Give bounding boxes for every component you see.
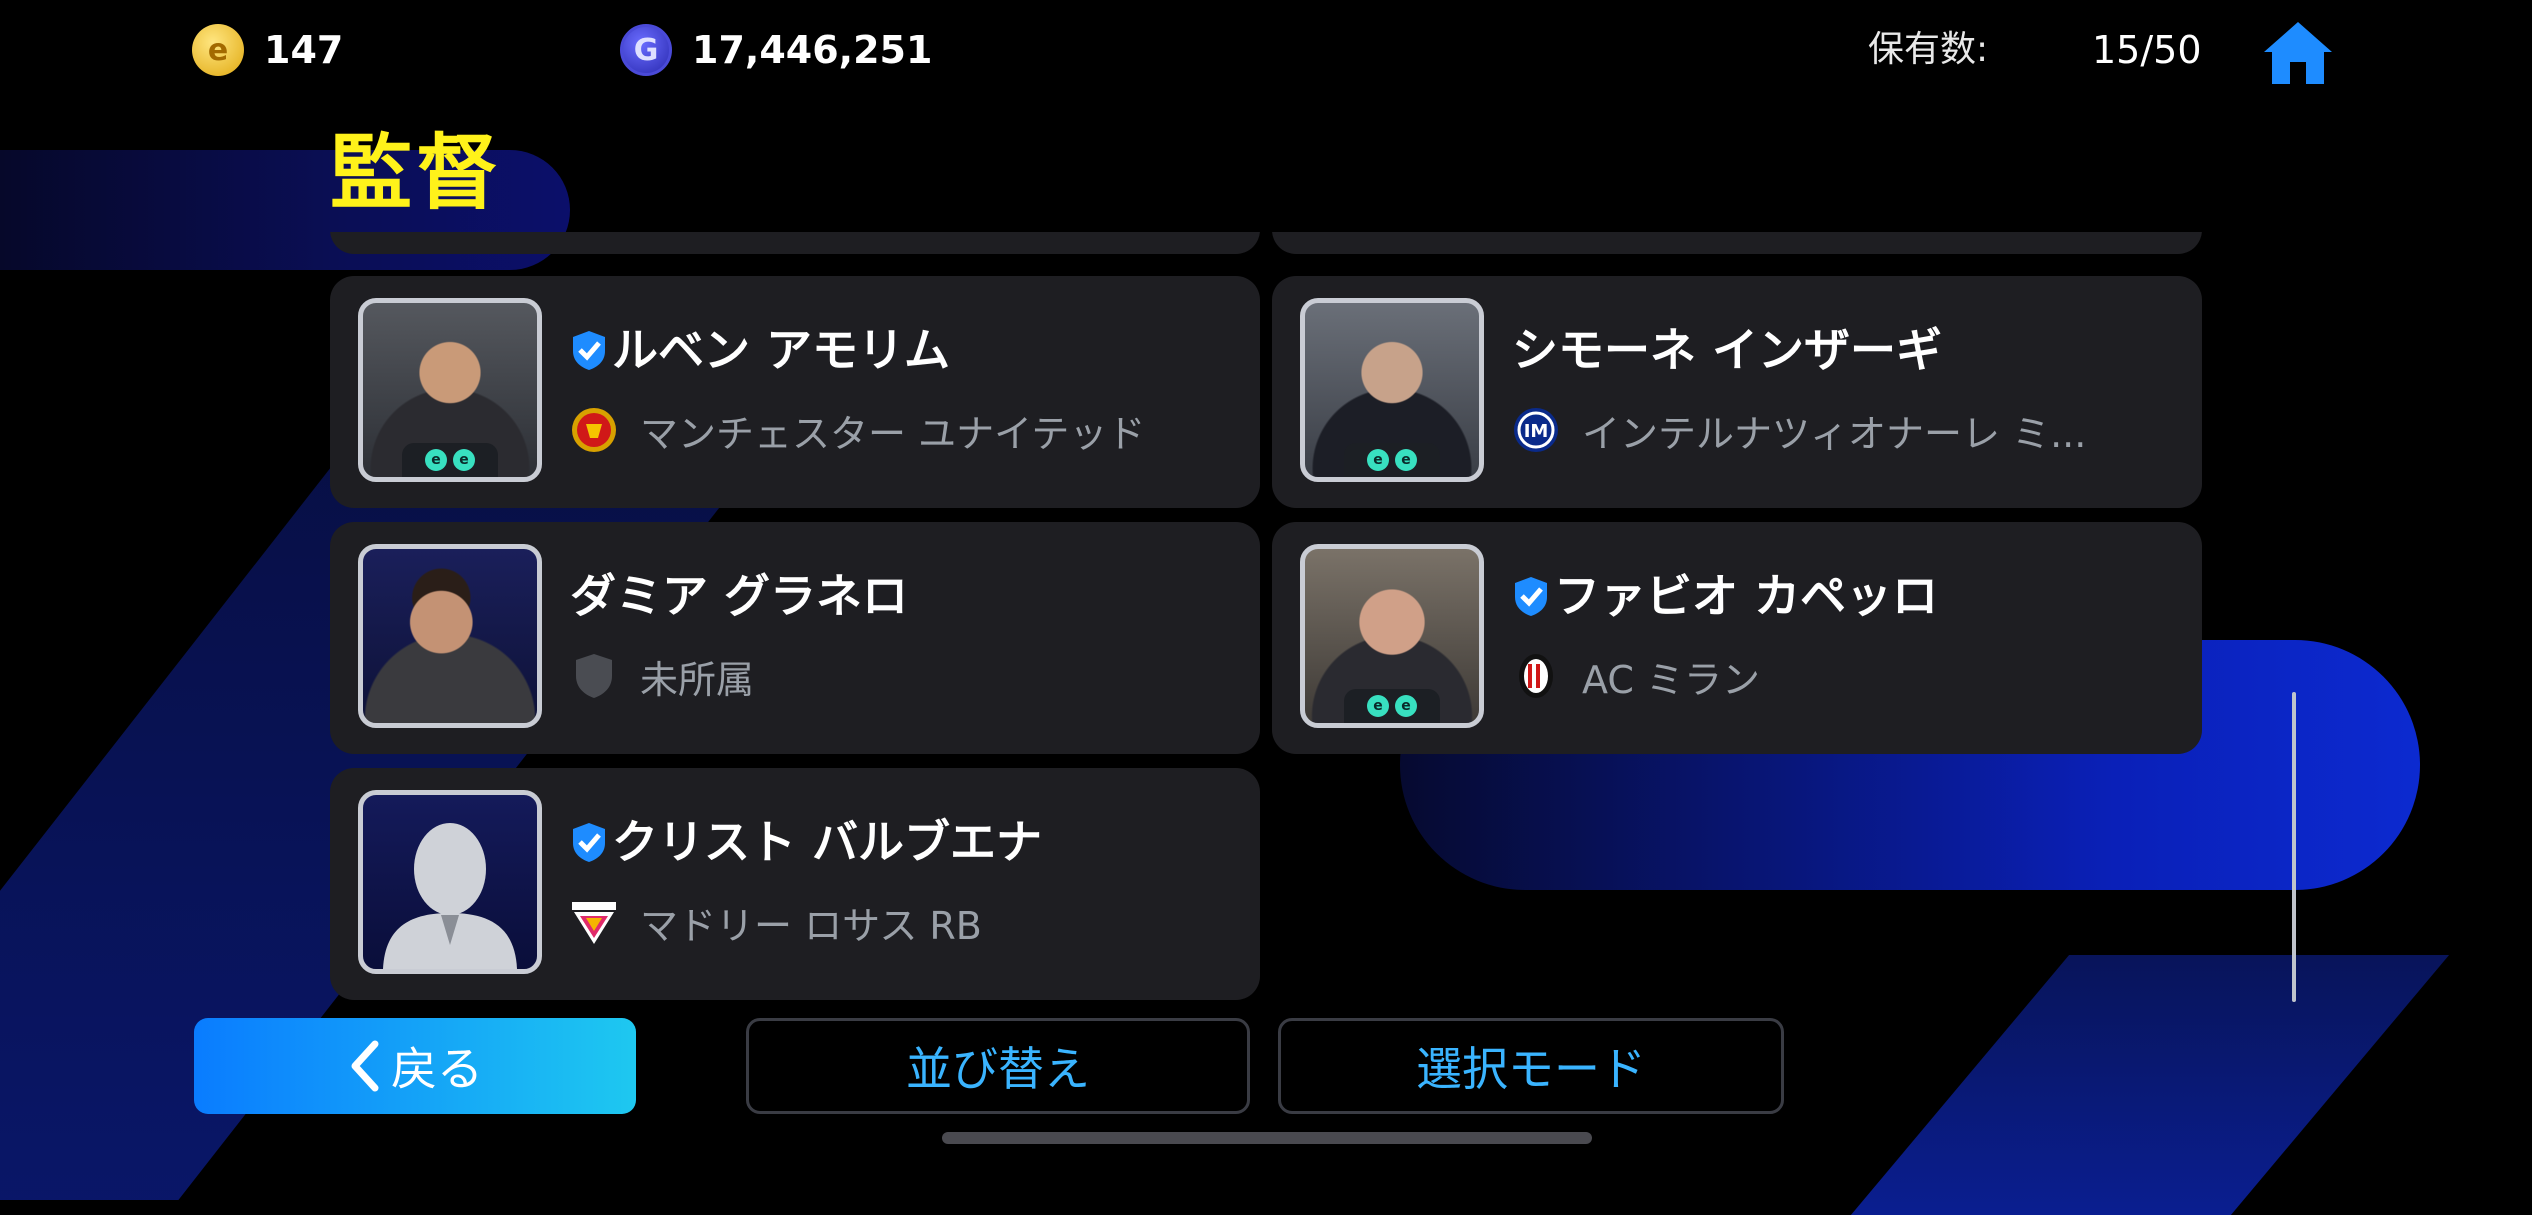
manager-list[interactable]: e e ルベン アモリム マンチェスター ユナイテッド e e シモーネ インザ… (330, 232, 2202, 1007)
skill-badges: e e (1344, 443, 1440, 477)
verified-check-icon (573, 823, 605, 862)
manager-card-partial[interactable] (330, 232, 1260, 254)
manager-name: クリスト バルブエナ (612, 815, 1043, 869)
manager-name-row: クリスト バルブエナ (570, 812, 1042, 872)
club-row: AC ミラン (1512, 646, 1760, 706)
manager-name-row: シモーネ インザーギ (1512, 320, 1942, 380)
skill-badges: e e (402, 443, 498, 477)
gp-icon: G (620, 24, 672, 76)
manager-portrait: e e (1300, 298, 1484, 482)
manager-name-row: ダミア グラネロ (570, 566, 908, 626)
badge-icon: e (1367, 449, 1389, 471)
sort-button-label: 並び替え (906, 1042, 1090, 1096)
verified-check-icon (1515, 577, 1547, 616)
holdings-label: 保有数: (1868, 29, 1989, 70)
manager-name: ダミア グラネロ (570, 569, 909, 623)
manager-card[interactable]: e e シモーネ インザーギ IM インテルナツィオナーレ ミ... (1272, 276, 2202, 508)
club-row: 未所属 (570, 646, 754, 706)
man-utd-crest-icon (570, 406, 618, 454)
club-name: インテルナツィオナーレ ミ... (1582, 411, 2087, 456)
verified-check-icon (573, 331, 605, 370)
manager-portrait (358, 544, 542, 728)
club-row: IM インテルナツィオナーレ ミ... (1512, 400, 2086, 460)
manager-card[interactable]: e e ファビオ カペッロ AC ミラン (1272, 522, 2202, 754)
manager-name: ファビオ カペッロ (1554, 569, 1939, 623)
club-name: マドリー ロサス RB (640, 903, 982, 948)
sort-button[interactable]: 並び替え (746, 1018, 1250, 1114)
top-bar: e 147 G 17,446,251 保有数: 15/50 (0, 0, 2532, 100)
gp-balance: 17,446,251 (692, 28, 933, 72)
back-button-label: 戻る (391, 1042, 483, 1096)
badge-icon: e (1367, 695, 1389, 717)
manager-card[interactable]: ダミア グラネロ 未所属 (330, 522, 1260, 754)
badge-icon: e (453, 449, 475, 471)
manager-name-row: ルベン アモリム (570, 320, 950, 380)
home-button[interactable] (2262, 18, 2334, 86)
manager-portrait: e e (358, 298, 542, 482)
club-name: AC ミラン (1582, 657, 1760, 702)
club-name: マンチェスター ユナイテッド (640, 411, 1146, 456)
page-title: 監督 (330, 126, 503, 221)
coin-balance: 147 (264, 28, 344, 72)
manager-portrait: e e (1300, 544, 1484, 728)
home-icon (2264, 22, 2332, 84)
badge-icon: e (1395, 695, 1417, 717)
home-indicator[interactable] (942, 1132, 1592, 1144)
club-row: マンチェスター ユナイテッド (570, 400, 1145, 460)
manager-card[interactable]: クリスト バルブエナ マドリー ロサス RB (330, 768, 1260, 1000)
badge-icon: e (425, 449, 447, 471)
ac-milan-crest-icon (1512, 652, 1560, 700)
club-name: 未所属 (640, 657, 755, 702)
select-mode-button[interactable]: 選択モード (1278, 1018, 1784, 1114)
manager-card[interactable]: e e ルベン アモリム マンチェスター ユナイテッド (330, 276, 1260, 508)
manager-name: ルベン アモリム (612, 323, 951, 377)
skill-badges: e e (1344, 689, 1440, 723)
manager-portrait (358, 790, 542, 974)
svg-text:IM: IM (1524, 421, 1549, 442)
list-scrollbar[interactable] (2292, 692, 2296, 1002)
chevron-left-icon (351, 1040, 379, 1092)
select-mode-button-label: 選択モード (1416, 1042, 1646, 1096)
holdings-value: 15/50 (2092, 28, 2202, 72)
back-button[interactable]: 戻る (194, 1018, 636, 1114)
default-avatar-icon (383, 823, 517, 969)
inter-crest-icon: IM (1512, 406, 1560, 454)
badge-icon: e (1395, 449, 1417, 471)
manager-name-row: ファビオ カペッロ (1512, 566, 1938, 626)
manager-card-partial[interactable] (1272, 232, 2202, 254)
madrid-rosas-crest-icon (570, 898, 618, 946)
manager-name: シモーネ インザーギ (1512, 323, 1943, 377)
shield-icon (570, 652, 618, 700)
club-row: マドリー ロサス RB (570, 892, 982, 952)
ecoin-icon: e (192, 24, 244, 76)
